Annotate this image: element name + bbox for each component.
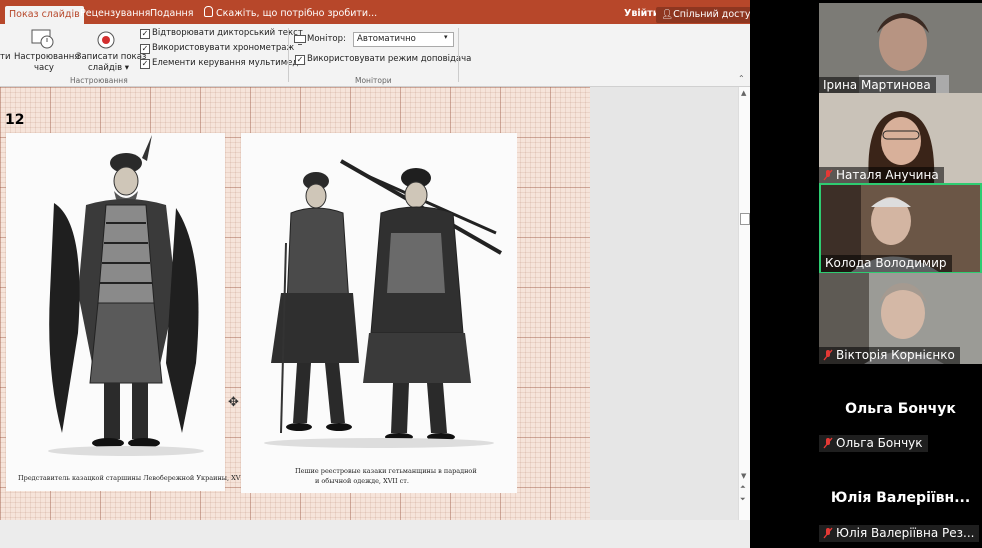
caption-left: Представитель казацкой старшины Левобере… <box>18 474 257 482</box>
participant-name: Юлія Валеріївна Рез... <box>836 526 975 540</box>
participant-tile[interactable]: Наталя Анучина <box>819 93 982 184</box>
presenter-view-label: Використовувати режим доповідача <box>307 54 472 64</box>
participant-name-label: Ольга Бончук <box>819 435 928 452</box>
timings-label: Використовувати хронометраж <box>152 43 295 53</box>
move-cursor-icon: ✥ <box>228 395 239 410</box>
participant-name-label: Ірина Мартинова <box>819 77 936 94</box>
ribbon-tab-bar: Показ слайдів Рецензування Подання Скажі… <box>0 0 750 24</box>
share-label: Спільний доступ <box>673 9 750 20</box>
check-mark-icon: ✓ <box>140 44 150 54</box>
chevron-down-icon: ▾ <box>444 33 448 41</box>
muted-microphone-icon <box>823 169 833 181</box>
narration-label: Відтворювати дикторський текст <box>152 28 303 38</box>
participant-name-label: Наталя Анучина <box>819 167 944 184</box>
monitor-select-value: Автоматично <box>357 34 416 44</box>
participant-tile[interactable]: Ірина Мартинова <box>819 3 982 94</box>
lightbulb-icon <box>204 6 213 17</box>
participant-name: Ольга Бончук <box>836 436 923 450</box>
tab-view[interactable]: Подання <box>146 4 197 24</box>
ribbon-cut-label: ти <box>0 52 11 62</box>
previous-slide-icon[interactable]: ⏶ <box>740 483 746 492</box>
next-slide-icon[interactable]: ⏷ <box>740 495 746 504</box>
participant-tile-no-video[interactable]: Юлія Валеріївн... Юлія Валеріївна Рез... <box>819 454 982 545</box>
rehearse-timings-button[interactable]: Настроювання часу <box>10 26 80 76</box>
search-placeholder: Скажіть, що потрібно зробити... <box>216 8 378 19</box>
scroll-down-icon[interactable]: ▼ <box>741 472 746 480</box>
participant-tile[interactable]: Вікторія Корнієнко <box>819 273 982 364</box>
monitor-label: Монітор: <box>307 34 346 44</box>
scrollbar-thumb[interactable] <box>740 213 750 225</box>
group-divider <box>288 28 289 82</box>
powerpoint-window: Показ слайдів Рецензування Подання Скажі… <box>0 0 750 548</box>
participant-name-label: Юлія Валеріївна Рез... <box>819 525 980 542</box>
muted-microphone-icon <box>823 527 833 539</box>
check-mark-icon: ✓ <box>295 55 305 65</box>
caption-right-line-2: и обычной одежде, XVII ст. <box>315 477 409 485</box>
zoom-gallery: Ірина Мартинова Наталя Анучина Колода Во… <box>819 0 982 548</box>
slide-image-right[interactable]: Пешие реестровые казаки гетьманщины в па… <box>241 133 517 493</box>
muted-microphone-icon <box>823 437 833 449</box>
monitor-select[interactable]: Автоматично ▾ <box>353 32 454 47</box>
stopwatch-slide-icon <box>31 29 54 49</box>
ribbon: ти Настроювання часу Записати показ слай… <box>0 24 750 87</box>
participant-display-name: Юлія Валеріївн... <box>830 490 971 506</box>
record-label-2: слайдів ▾ <box>88 63 130 73</box>
horizontal-scrollbar-area <box>0 520 750 548</box>
scroll-up-icon[interactable]: ▲ <box>741 89 746 97</box>
record-label-1: Записати показ <box>76 52 147 62</box>
share-button[interactable]: 👤︎Спільний доступ <box>656 7 750 23</box>
tell-me-search[interactable]: Скажіть, що потрібно зробити... <box>200 4 381 24</box>
slide-number: 12 <box>5 112 25 128</box>
record-slide-show-button[interactable]: Записати показ слайдів ▾ <box>76 26 146 76</box>
participant-name: Вікторія Корнієнко <box>836 348 955 362</box>
participant-name: Колода Володимир <box>825 256 947 270</box>
muted-microphone-icon <box>823 349 833 361</box>
check-mark-icon: ✓ <box>140 29 150 39</box>
caption-right-line-1: Пешие реестровые казаки гетьманщины в па… <box>295 467 477 475</box>
slide-editor: 12 Представитель казацкой старшины Левоб… <box>0 87 738 520</box>
group-label-monitors: Монітори <box>355 76 392 85</box>
cossacks-illustration <box>264 159 502 448</box>
tab-review[interactable]: Рецензування <box>76 4 154 24</box>
participant-tile-active-speaker[interactable]: Колода Володимир <box>819 183 982 274</box>
monitor-icon <box>294 35 306 45</box>
slide-image-left[interactable]: Представитель казацкой старшины Левобере… <box>6 133 257 491</box>
participant-name-label: Вікторія Корнієнко <box>819 347 960 364</box>
rehearse-label-1: Настроювання <box>14 52 80 62</box>
participant-name-label: Колода Володимир <box>821 255 952 272</box>
rehearse-label-2: часу <box>34 63 54 73</box>
vertical-scrollbar[interactable]: ▲ ▼ ⏶ ⏷ <box>738 87 750 520</box>
participant-tile-no-video[interactable]: Ольга Бончук Ольга Бончук <box>819 364 982 455</box>
group-divider <box>458 28 459 82</box>
collapse-ribbon-icon[interactable]: ⌃ <box>738 74 745 83</box>
slide: 12 Представитель казацкой старшины Левоб… <box>0 87 590 520</box>
cossack-officer-illustration <box>48 135 204 456</box>
participant-name: Ірина Мартинова <box>823 78 931 92</box>
record-icon <box>97 31 115 49</box>
group-label-setup: Настроювання <box>70 76 128 85</box>
participant-name: Наталя Анучина <box>836 168 939 182</box>
check-mark-icon: ✓ <box>140 59 150 69</box>
tab-slide-show[interactable]: Показ слайдів <box>5 6 84 24</box>
participant-display-name: Ольга Бончук <box>845 401 956 417</box>
media-label: Елементи керування мультимедіа <box>152 58 306 68</box>
person-icon: 👤︎ <box>661 9 674 20</box>
